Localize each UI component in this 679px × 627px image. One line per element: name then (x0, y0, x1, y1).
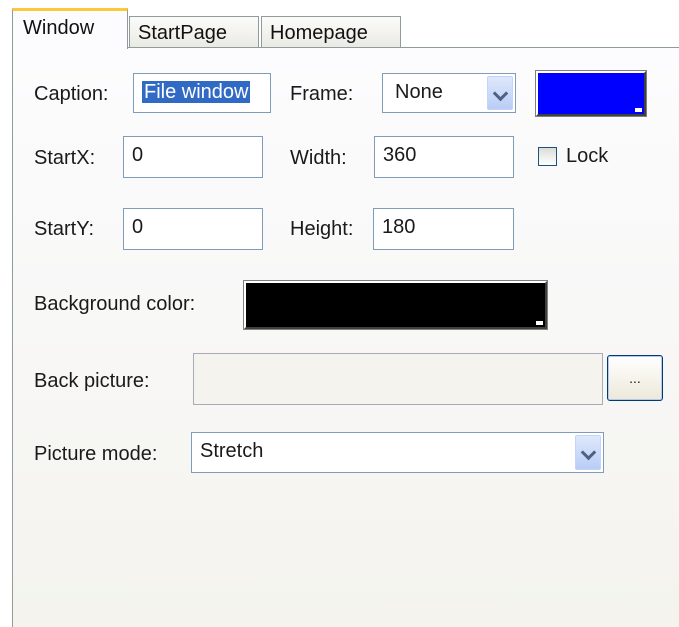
width-input[interactable]: 360 (374, 136, 514, 178)
tab-startpage[interactable]: StartPage (129, 16, 259, 50)
chevron-down-icon[interactable] (487, 76, 513, 110)
startx-input[interactable]: 0 (123, 136, 263, 178)
frame-color-picker[interactable] (535, 70, 647, 117)
height-label: Height: (290, 218, 354, 240)
lock-checkbox[interactable] (538, 147, 557, 166)
dropdown-marker-icon (635, 108, 642, 112)
back-picture-label: Back picture: (34, 370, 150, 392)
tab-strip: Window StartPage Homepage (12, 8, 679, 50)
dropdown-marker-icon (536, 321, 543, 325)
frame-select[interactable]: None (382, 73, 516, 113)
height-input[interactable]: 180 (373, 208, 514, 250)
chevron-down-icon[interactable] (575, 435, 601, 470)
starty-label: StartY: (34, 218, 95, 240)
caption-label: Caption: (34, 83, 109, 105)
caption-value: File window (142, 81, 251, 103)
picture-mode-value: Stretch (200, 440, 264, 462)
picture-mode-select[interactable]: Stretch (191, 432, 604, 473)
tab-homepage[interactable]: Homepage (261, 16, 401, 50)
tab-window[interactable]: Window (12, 8, 128, 49)
background-color-label: Background color: (34, 293, 196, 315)
frame-value: None (395, 81, 443, 103)
lock-label: Lock (566, 145, 609, 167)
background-color-picker[interactable] (243, 280, 548, 330)
picture-mode-label: Picture mode: (34, 443, 158, 465)
caption-input[interactable]: File window (133, 73, 271, 113)
startx-label: StartX: (34, 147, 96, 169)
frame-label: Frame: (290, 83, 354, 105)
width-label: Width: (290, 147, 347, 169)
browse-button[interactable]: ... (607, 355, 663, 401)
tab-panel-window (12, 47, 679, 627)
back-picture-input[interactable] (193, 353, 603, 405)
starty-input[interactable]: 0 (123, 208, 263, 250)
